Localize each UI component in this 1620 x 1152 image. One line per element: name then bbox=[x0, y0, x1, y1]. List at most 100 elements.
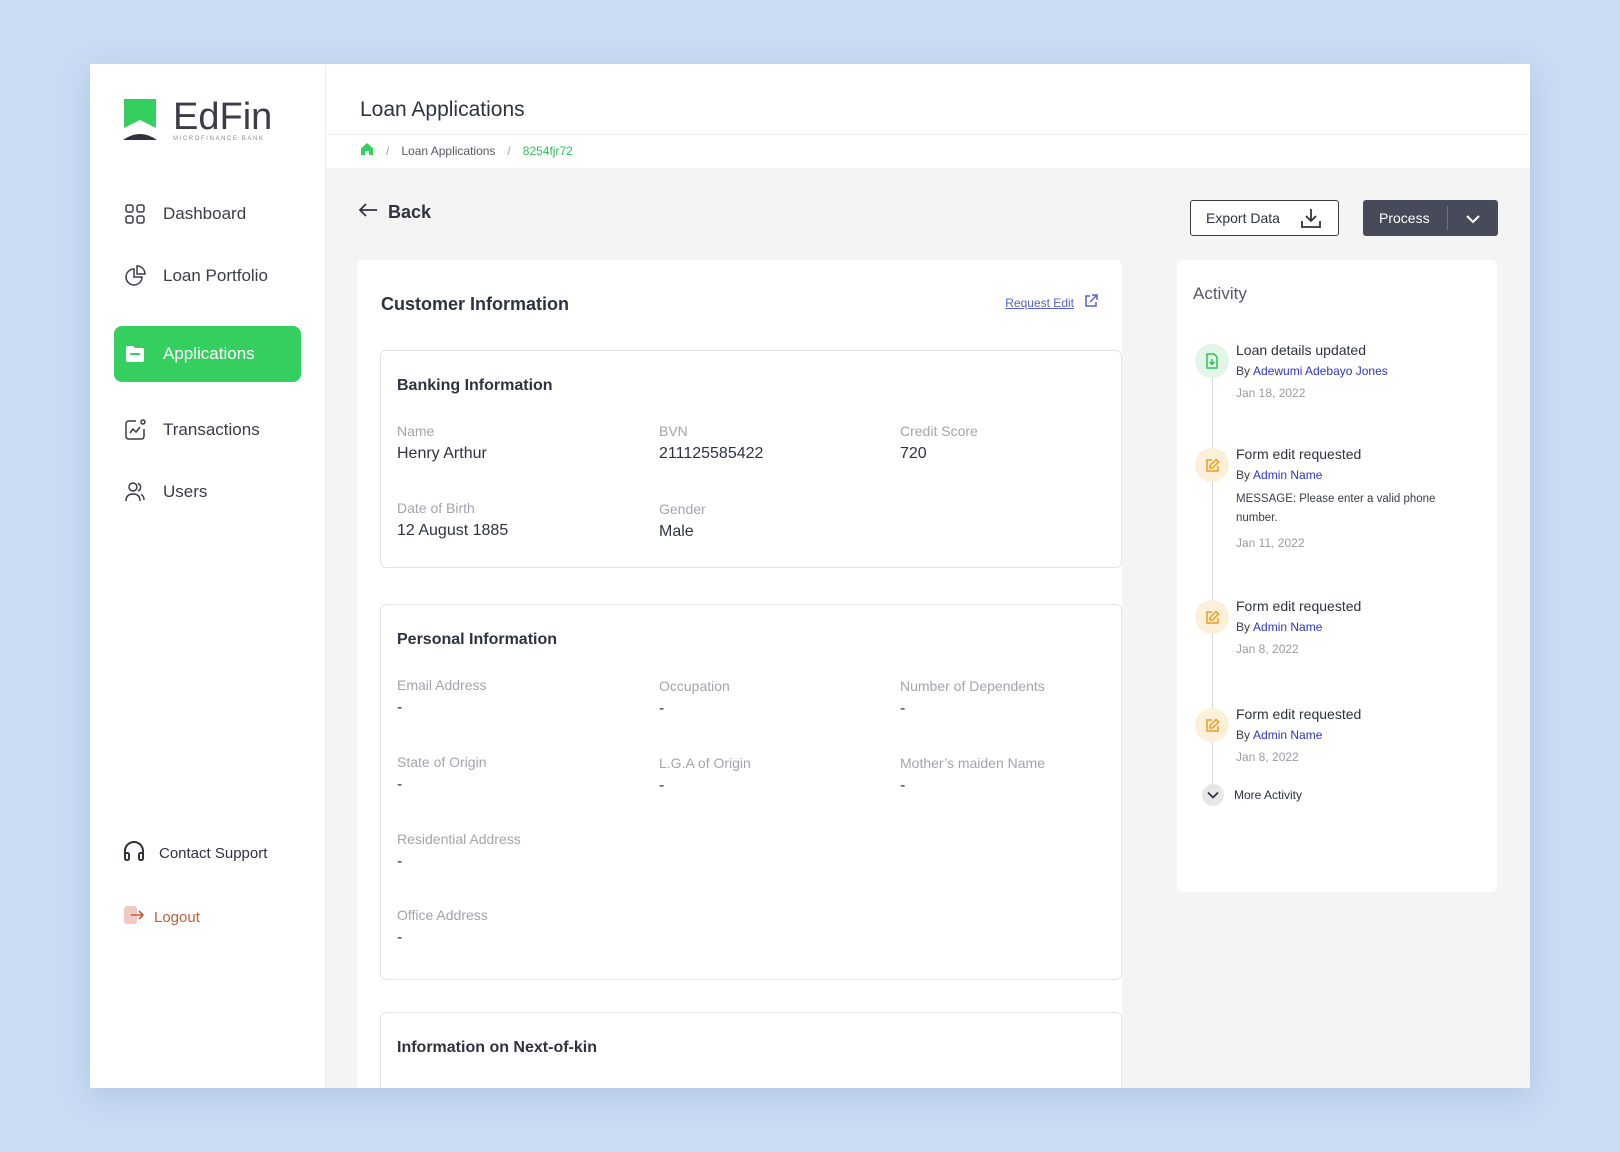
sidebar-item-dashboard[interactable]: Dashboard bbox=[114, 186, 301, 242]
activity-panel: Activity Loan details updated By Adewumi … bbox=[1177, 260, 1497, 892]
sidebar-item-transactions[interactable]: Transactions bbox=[114, 402, 301, 458]
field-label: L.G.A of Origin bbox=[659, 755, 751, 771]
header-divider bbox=[326, 134, 1530, 135]
field-value: - bbox=[397, 699, 403, 716]
trend-chart-icon bbox=[124, 419, 146, 441]
field-label: BVN bbox=[659, 423, 688, 439]
folder-icon bbox=[124, 343, 146, 365]
section-title: Information on Next-of-kin bbox=[397, 1039, 597, 1056]
logout-button[interactable]: Logout bbox=[123, 904, 200, 930]
more-activity-button[interactable]: More Activity bbox=[1202, 784, 1302, 806]
edit-icon bbox=[1195, 708, 1229, 742]
credit-score-field: Credit Score 720 bbox=[900, 423, 978, 463]
sidebar-item-applications[interactable]: Applications bbox=[114, 326, 301, 382]
sidebar-item-label: Dashboard bbox=[163, 204, 247, 223]
activity-title: Activity bbox=[1193, 284, 1247, 303]
field-label: Mother’s maiden Name bbox=[900, 755, 1045, 771]
activity-date: Jan 11, 2022 bbox=[1236, 536, 1305, 550]
activity-title-text: Form edit requested bbox=[1236, 598, 1362, 614]
activity-author[interactable]: Admin Name bbox=[1253, 728, 1322, 742]
logo-mark-icon bbox=[123, 98, 157, 142]
field-label: Gender bbox=[659, 501, 706, 517]
activity-author[interactable]: Admin Name bbox=[1253, 620, 1322, 634]
process-label: Process bbox=[1379, 210, 1430, 226]
back-button[interactable]: Back bbox=[358, 202, 431, 223]
brand-name: EdFin bbox=[173, 96, 273, 138]
field-label: Number of Dependents bbox=[900, 678, 1045, 694]
export-data-label: Export Data bbox=[1206, 210, 1280, 226]
chevron-down-icon bbox=[1202, 784, 1224, 806]
sidebar-item-label: Users bbox=[163, 482, 208, 501]
field-value: Male bbox=[659, 523, 694, 540]
card-title: Customer Information bbox=[381, 294, 570, 314]
page-header: Loan Applications / Loan Applications / … bbox=[326, 64, 1530, 168]
brand-tagline: MICROFINANCE BANK bbox=[173, 136, 265, 142]
field-label: State of Origin bbox=[397, 754, 487, 770]
external-link-icon bbox=[1084, 294, 1098, 311]
logout-label: Logout bbox=[154, 908, 200, 926]
activity-author[interactable]: Adewumi Adebayo Jones bbox=[1253, 364, 1388, 378]
brand-logo[interactable]: EdFin MICROFINANCE BANK bbox=[123, 98, 272, 142]
section-title: Banking Information bbox=[397, 377, 553, 394]
next-of-kin-section: Information on Next-of-kin bbox=[380, 1012, 1122, 1088]
field-value: - bbox=[397, 776, 403, 793]
breadcrumb-current: 8254fjr72 bbox=[522, 143, 573, 158]
activity-date: Jan 18, 2022 bbox=[1236, 386, 1306, 400]
sidebar-item-label: Loan Portfolio bbox=[163, 266, 268, 285]
field-value: 720 bbox=[900, 445, 927, 462]
number-of-dependents-field: Number of Dependents - bbox=[900, 678, 1045, 718]
contact-support-label: Contact Support bbox=[159, 844, 268, 862]
edit-icon bbox=[1195, 600, 1229, 634]
process-dropdown-button[interactable]: Process bbox=[1363, 200, 1498, 236]
download-icon bbox=[1300, 207, 1322, 232]
arrow-left-icon bbox=[358, 202, 378, 223]
field-label: Office Address bbox=[397, 907, 488, 923]
breadcrumb: / Loan Applications / 8254fjr72 bbox=[360, 142, 573, 159]
pie-chart-icon bbox=[124, 265, 146, 287]
sidebar-item-label: Applications bbox=[163, 344, 255, 363]
occupation-field: Occupation - bbox=[659, 678, 730, 718]
export-data-button[interactable]: Export Data bbox=[1190, 200, 1339, 236]
residential-address-field: Residential Address - bbox=[397, 831, 521, 871]
page-title: Loan Applications bbox=[360, 98, 525, 121]
logout-icon bbox=[123, 904, 145, 930]
activity-author[interactable]: Admin Name bbox=[1253, 468, 1322, 482]
sidebar-item-users[interactable]: Users bbox=[114, 464, 301, 520]
field-value: Henry Arthur bbox=[397, 445, 487, 462]
home-icon[interactable] bbox=[360, 142, 374, 159]
field-value: - bbox=[659, 700, 665, 717]
field-label: Residential Address bbox=[397, 831, 521, 847]
field-label: Name bbox=[397, 423, 435, 439]
by-prefix: By bbox=[1236, 364, 1251, 378]
field-label: Date of Birth bbox=[397, 500, 475, 516]
gender-field: Gender Male bbox=[659, 501, 706, 541]
users-icon bbox=[124, 481, 146, 503]
edit-icon bbox=[1195, 448, 1229, 482]
breadcrumb-loan-applications[interactable]: Loan Applications bbox=[401, 144, 495, 158]
chevron-down-icon[interactable] bbox=[1466, 211, 1480, 227]
activity-date: Jan 8, 2022 bbox=[1236, 642, 1299, 656]
by-prefix: By bbox=[1236, 620, 1251, 634]
activity-date: Jan 8, 2022 bbox=[1236, 750, 1299, 764]
breadcrumb-separator: / bbox=[386, 143, 390, 158]
activity-title-text: Loan details updated bbox=[1236, 342, 1366, 358]
back-label: Back bbox=[388, 202, 432, 222]
sidebar-item-loan-portfolio[interactable]: Loan Portfolio bbox=[114, 248, 301, 304]
by-prefix: By bbox=[1236, 468, 1251, 482]
activity-title-text: Form edit requested bbox=[1236, 706, 1362, 722]
by-prefix: By bbox=[1236, 728, 1251, 742]
date-of-birth-field: Date of Birth 12 August 1885 bbox=[397, 500, 508, 540]
name-field: Name Henry Arthur bbox=[397, 423, 487, 463]
lga-of-origin-field: L.G.A of Origin - bbox=[659, 755, 751, 795]
field-value: - bbox=[397, 853, 403, 870]
document-icon bbox=[1195, 344, 1229, 378]
email-address-field: Email Address - bbox=[397, 677, 486, 717]
sidebar: EdFin MICROFINANCE BANK Dashboard Loan P… bbox=[90, 64, 326, 1088]
request-edit-link[interactable]: Request Edit bbox=[1005, 294, 1098, 311]
banking-information-section: Banking Information Name Henry Arthur BV… bbox=[380, 350, 1122, 568]
contact-support-link[interactable]: Contact Support bbox=[123, 840, 267, 866]
activity-message: MESSAGE: Please enter a valid phone numb… bbox=[1236, 493, 1436, 524]
headphones-icon bbox=[123, 840, 145, 866]
field-value: - bbox=[659, 777, 665, 794]
field-label: Occupation bbox=[659, 678, 730, 694]
